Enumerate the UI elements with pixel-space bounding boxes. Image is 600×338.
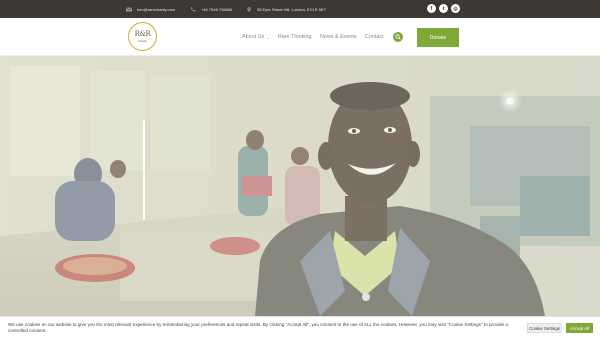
cookie-message: We use cookies on our website to give yo…	[8, 322, 508, 333]
email-text[interactable]: tom@rarecharity.com	[137, 7, 175, 12]
phone-icon	[191, 6, 196, 12]
logo-subtitle: charity	[138, 38, 147, 43]
chevron-down-icon: ⌄	[266, 34, 270, 40]
logo-mark: R&R	[134, 29, 151, 38]
nav-item-contact[interactable]: Contact	[365, 18, 384, 56]
map-pin-icon	[247, 6, 251, 12]
top-info-bar: tom@rarecharity.com +44 7546 798836 35 E…	[0, 0, 600, 18]
site-logo[interactable]: R&R charity	[128, 22, 157, 51]
accept-all-button[interactable]: Accept All	[566, 323, 593, 333]
nav-item-news-events[interactable]: News & Events	[320, 18, 357, 56]
nav-label: News & Events	[320, 34, 357, 40]
nav-label: Rare Thinking	[278, 34, 312, 40]
address-contact: 35 Eyre Street Hill, London, EC1R 5ET	[246, 0, 326, 18]
email-contact[interactable]: tom@rarecharity.com	[126, 0, 175, 18]
hero-banner	[0, 56, 600, 316]
donate-button[interactable]: Donate	[417, 28, 459, 47]
nav-item-rare-thinking[interactable]: Rare Thinking	[278, 18, 311, 56]
nav-label: Contact	[365, 34, 384, 40]
hero-accent-line	[143, 120, 145, 220]
instagram-icon[interactable]: ◎	[451, 4, 460, 13]
cookie-consent-bar: We use cookies on our website to give yo…	[0, 316, 600, 338]
twitter-icon[interactable]: t	[439, 4, 448, 13]
site-header: R&R charity About Us ⌄ Rare Thinking New…	[0, 18, 600, 56]
phone-contact[interactable]: +44 7546 798836	[190, 0, 232, 18]
envelope-icon	[126, 6, 132, 11]
phone-text[interactable]: +44 7546 798836	[201, 7, 232, 12]
nav-label: About Us	[242, 34, 265, 40]
search-icon	[395, 34, 401, 40]
nav-item-about-us[interactable]: About Us ⌄	[242, 18, 270, 56]
hero-overlay	[0, 56, 600, 316]
address-text: 35 Eyre Street Hill, London, EC1R 5ET	[257, 6, 327, 12]
search-button[interactable]	[393, 32, 403, 42]
facebook-icon[interactable]: f	[427, 4, 436, 13]
cookie-settings-button[interactable]: Cookie Settings	[527, 323, 562, 333]
